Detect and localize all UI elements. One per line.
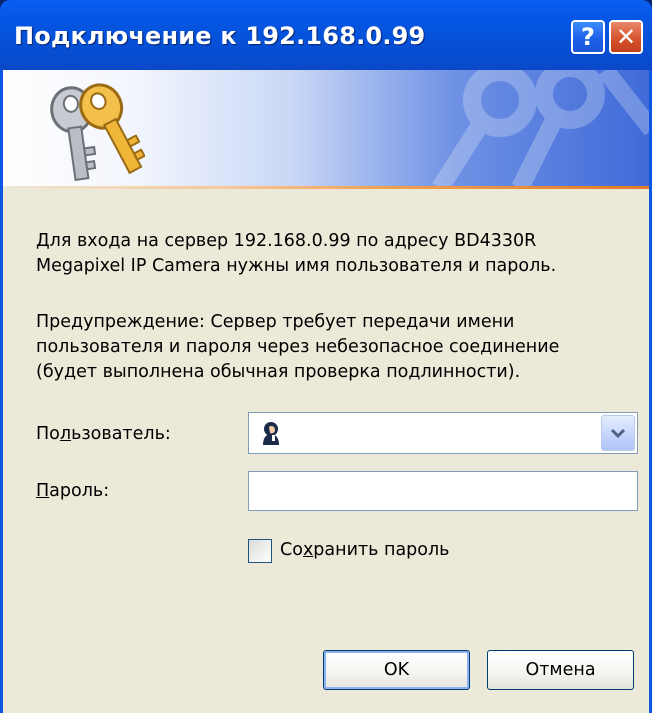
chevron-down-icon [610, 428, 626, 439]
password-label: Пароль: [36, 481, 110, 501]
window-frame-left [0, 70, 3, 713]
help-button[interactable]: ? [571, 20, 605, 54]
warning-line1: Предупреждение: Сервер требует передачи … [36, 312, 515, 332]
user-combobox[interactable] [248, 412, 638, 454]
server-message-line1: Для входа на сервер 192.168.0.99 по адре… [36, 231, 537, 251]
user-icon [263, 422, 279, 445]
warning-line2: пользователя и пароля через небезопасное… [36, 337, 560, 357]
remember-password-label[interactable]: Сохранить пароль [280, 540, 450, 560]
remember-password-checkbox[interactable] [248, 539, 272, 563]
user-label: Пользователь: [36, 424, 171, 444]
keys-icon [50, 83, 145, 182]
server-message-line2: Megapixel IP Camera нужны имя пользовате… [36, 256, 557, 276]
cancel-button[interactable]: Отмена [487, 650, 634, 690]
banner-divider [0, 186, 652, 189]
keys-watermark-icon [432, 70, 652, 188]
password-field[interactable] [248, 471, 638, 511]
title-bar[interactable]: Подключение к 192.168.0.99 ? ✕ [0, 0, 652, 70]
login-dialog: Подключение к 192.168.0.99 ? ✕ Для входа… [0, 0, 652, 713]
banner [0, 70, 652, 188]
window-title: Подключение к 192.168.0.99 [14, 22, 426, 50]
warning-line3: (будет выполнена обычная проверка подлин… [36, 362, 521, 382]
user-input[interactable] [291, 419, 595, 449]
close-button[interactable]: ✕ [609, 20, 643, 54]
dialog-body: Для входа на сервер 192.168.0.99 по адре… [0, 70, 652, 713]
ok-button[interactable]: OK [323, 650, 470, 690]
close-icon: ✕ [615, 23, 637, 51]
user-dropdown-button[interactable] [601, 415, 635, 451]
help-icon: ? [581, 23, 595, 51]
